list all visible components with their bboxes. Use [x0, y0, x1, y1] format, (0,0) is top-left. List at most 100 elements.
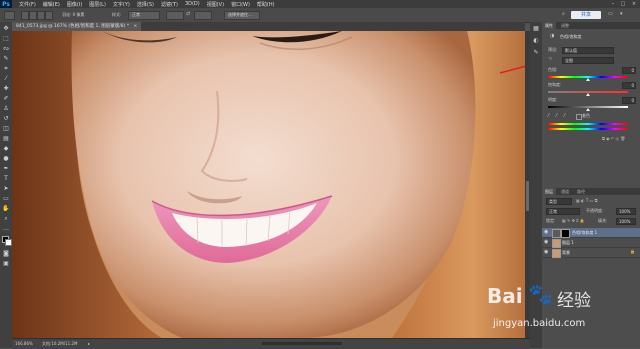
- quick-mask-icon[interactable]: ◙: [2, 251, 10, 257]
- close-icon[interactable]: ×: [629, 0, 639, 8]
- eyedropper-icon[interactable]: ⁄: [548, 114, 549, 119]
- visibility-eye-icon[interactable]: ◉: [544, 230, 549, 235]
- target-adjust-hand-icon[interactable]: ☜: [548, 57, 552, 62]
- opacity-field[interactable]: 100%: [616, 208, 636, 215]
- properties-tab-bar: 属性 调整: [542, 22, 640, 29]
- menu-filter[interactable]: 滤镜(T): [161, 1, 178, 8]
- tab-properties[interactable]: 属性: [542, 22, 556, 29]
- menu-file[interactable]: 文件(F): [19, 1, 36, 8]
- visibility-eye-icon[interactable]: ◉: [544, 240, 549, 245]
- zoom-level[interactable]: 166.86%: [15, 342, 33, 346]
- share-button[interactable]: 共享: [571, 11, 601, 19]
- menu-help[interactable]: 帮助(H): [257, 1, 275, 8]
- hue-slider-thumb[interactable]: [586, 78, 590, 81]
- search-icon[interactable]: ⌕: [562, 12, 565, 17]
- fill-field[interactable]: 100%: [616, 218, 636, 225]
- crop-tool-icon[interactable]: ⌗: [2, 66, 10, 72]
- layer-thumb: [552, 239, 561, 248]
- document-tab[interactable]: 841_0573.jpg @ 167% (色相/饱和度 1, 图层蒙版/8) *…: [12, 22, 142, 31]
- menu-select[interactable]: 选择(S): [137, 1, 154, 8]
- pen-tool-icon[interactable]: ✒: [2, 166, 10, 172]
- document-tab-title: 841_0573.jpg @ 167% (色相/饱和度 1, 图层蒙版/8) *: [16, 24, 130, 29]
- select-and-mask-button[interactable]: 选择并遮住...: [224, 11, 260, 20]
- menu-3d[interactable]: 3D(D): [185, 1, 200, 7]
- blur-tool-icon[interactable]: ◆: [2, 146, 10, 152]
- menu-view[interactable]: 视图(V): [207, 1, 224, 8]
- blend-mode-select[interactable]: 正常: [546, 208, 580, 215]
- marquee-tool-icon[interactable]: ⬚: [2, 36, 10, 42]
- minimize-icon[interactable]: –: [608, 0, 618, 8]
- eyedropper-minus-icon[interactable]: ⁄: [564, 114, 565, 119]
- vertical-scrollbar-thumb[interactable]: [526, 181, 529, 211]
- new-selection-icon[interactable]: [21, 11, 29, 20]
- menu-layer[interactable]: 图层(L): [89, 1, 106, 8]
- clone-stamp-tool-icon[interactable]: ♙: [2, 106, 10, 112]
- saturation-slider-thumb[interactable]: [586, 93, 590, 96]
- healing-brush-tool-icon[interactable]: ✚: [2, 86, 10, 92]
- eyedropper-tool-icon[interactable]: ⁄: [2, 76, 10, 82]
- dodge-tool-icon[interactable]: ●: [2, 156, 10, 162]
- properties-bottom-icons[interactable]: ⧉ ◉ ↶ ◎ 🗑: [602, 137, 625, 141]
- type-tool-icon[interactable]: T: [2, 176, 10, 182]
- menu-edit[interactable]: 编辑(E): [43, 1, 60, 8]
- lightness-value[interactable]: 0: [622, 97, 636, 104]
- path-select-tool-icon[interactable]: ➤: [2, 186, 10, 192]
- eraser-tool-icon[interactable]: ◫: [2, 126, 10, 132]
- tab-paths[interactable]: 路径: [574, 188, 588, 195]
- saturation-value[interactable]: 0: [622, 82, 636, 89]
- history-panel-icon[interactable]: ▦: [532, 26, 540, 32]
- layer-filter-icons[interactable]: ▦ ◐ T ▭ ⧉: [576, 199, 597, 203]
- more-tools-icon[interactable]: …: [2, 226, 10, 232]
- add-selection-icon[interactable]: [29, 11, 37, 20]
- workspace-icon[interactable]: ▭: [608, 12, 613, 17]
- layer-row-hue-saturation[interactable]: ◉ 色相/饱和度 1: [542, 228, 640, 238]
- swap-icon[interactable]: ⇄: [186, 12, 190, 17]
- layer-row-background[interactable]: ◉ 背景 🔒: [542, 248, 640, 258]
- background-color-swatch[interactable]: [5, 239, 12, 246]
- quick-select-tool-icon[interactable]: ✎: [2, 56, 10, 62]
- tab-adjustments[interactable]: 调整: [558, 22, 572, 29]
- history-brush-tool-icon[interactable]: ↺: [2, 116, 10, 122]
- workspace-dropdown-icon[interactable]: ▾: [620, 12, 623, 17]
- zoom-tool-icon[interactable]: ⌕: [2, 216, 10, 222]
- channel-select[interactable]: 全图: [562, 57, 614, 64]
- tab-layers[interactable]: 图层: [542, 188, 556, 195]
- shape-tool-icon[interactable]: ▭: [2, 196, 10, 202]
- eyedropper-plus-icon[interactable]: ⁄: [556, 114, 557, 119]
- intersect-selection-icon[interactable]: [45, 11, 53, 20]
- document-tab-close[interactable]: ×: [134, 24, 138, 29]
- lightness-slider-thumb[interactable]: [586, 108, 590, 111]
- subtract-selection-icon[interactable]: [37, 11, 45, 20]
- menu-type[interactable]: 文字(Y): [113, 1, 130, 8]
- watermark-url: jingyan.baidu.com: [493, 318, 586, 329]
- marquee-tool-preset-icon[interactable]: [4, 11, 15, 20]
- document-canvas[interactable]: [12, 31, 525, 338]
- opacity-label: 不透明度:: [586, 208, 604, 213]
- height-field[interactable]: [194, 11, 212, 20]
- layer-row-layer1[interactable]: ◉ 图层 1: [542, 238, 640, 248]
- maximize-icon[interactable]: □: [618, 0, 628, 8]
- layer-thumb: [552, 249, 561, 258]
- tab-channels[interactable]: 通道: [558, 188, 572, 195]
- width-field[interactable]: [166, 11, 184, 20]
- horizontal-scrollbar[interactable]: [262, 342, 342, 345]
- lock-icons[interactable]: ▦ ✎ ✥ ⌗ 🔒: [562, 219, 585, 223]
- screen-mode-icon[interactable]: ▣: [2, 261, 10, 267]
- layers-tab-bar: 图层 通道 路径: [542, 188, 640, 195]
- menu-window[interactable]: 窗口(W): [231, 1, 250, 8]
- preset-select[interactable]: 默认值: [562, 47, 614, 54]
- style-select[interactable]: 正常: [128, 11, 160, 20]
- menu-image[interactable]: 图像(I): [67, 1, 82, 8]
- layer-mask-thumb[interactable]: [561, 229, 570, 238]
- hue-value[interactable]: 0: [622, 67, 636, 74]
- gradient-tool-icon[interactable]: ▤: [2, 136, 10, 142]
- move-tool-icon[interactable]: ✥: [2, 26, 10, 32]
- lasso-tool-icon[interactable]: ᔓ: [2, 46, 10, 52]
- brush-panel-icon[interactable]: ✎: [532, 50, 540, 56]
- brush-tool-icon[interactable]: ✐: [2, 96, 10, 102]
- visibility-eye-icon[interactable]: ◉: [544, 250, 549, 255]
- layer-kind-filter[interactable]: 类型: [546, 198, 572, 205]
- hand-tool-icon[interactable]: ✋: [2, 206, 10, 212]
- adjustments-panel-icon[interactable]: ◐: [532, 38, 540, 44]
- status-expand-icon[interactable]: ▸: [88, 342, 90, 346]
